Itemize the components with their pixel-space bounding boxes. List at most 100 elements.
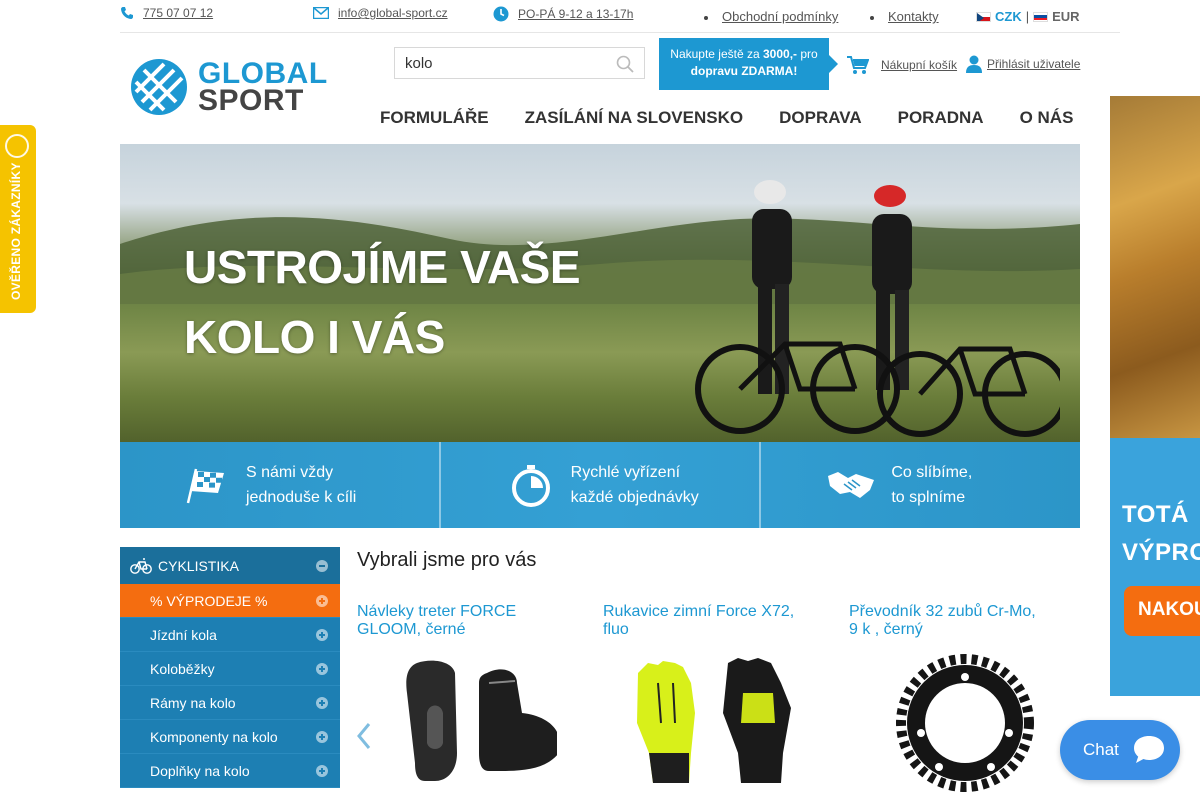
chat-button[interactable]: Chat <box>1060 720 1180 780</box>
logo-ball-icon <box>131 59 187 115</box>
verified-seal-icon <box>5 134 29 158</box>
phone-link[interactable]: 775 07 07 12 <box>120 6 213 20</box>
login-link[interactable]: Přihlásit uživatele <box>966 55 1080 73</box>
product-card[interactable]: Převodník 32 zubů Cr-Mo, 9 k , černý <box>849 603 1049 792</box>
list-bullet <box>870 15 874 20</box>
sidebar-item-frames[interactable]: Rámy na kolo <box>120 686 340 720</box>
search-box <box>394 47 645 79</box>
promo-prefix: Nakupte ještě za <box>670 47 763 61</box>
czech-flag-icon <box>976 11 991 22</box>
sidebar-item-accessories[interactable]: Doplňky na kolo <box>120 754 340 788</box>
feature-line1: Rychlé vyřízení <box>570 464 681 481</box>
opening-hours-text: PO-PÁ 9-12 a 13-17h <box>518 7 634 21</box>
expand-icon[interactable] <box>316 662 328 675</box>
hero-heading: USTROJÍME VAŠE KOLO I VÁS <box>184 232 581 372</box>
side-ad-banner[interactable]: TOTÁ VÝPRO NAKOU <box>1110 96 1200 696</box>
cart-link[interactable]: Nákupní košík <box>847 55 957 75</box>
sidebar-item-components[interactable]: Komponenty na kolo <box>120 720 340 754</box>
nav-item-advice[interactable]: PORADNA <box>898 108 984 128</box>
sidebar-item-bikes[interactable]: Jízdní kola <box>120 618 340 652</box>
contacts-link[interactable]: Kontakty <box>888 9 939 24</box>
search-icon[interactable] <box>616 55 634 73</box>
side-ad-button[interactable]: NAKOU <box>1124 586 1200 636</box>
picks-title: Vybrali jsme pro vás <box>357 549 537 571</box>
product-image-shoe-covers[interactable] <box>377 653 557 793</box>
category-header-cycling[interactable]: CYKLISTIKA <box>120 547 340 584</box>
product-image-chainring[interactable] <box>869 653 1049 793</box>
logo-text-sport: SPORT <box>198 83 304 117</box>
expand-icon[interactable] <box>316 594 328 607</box>
cyclists-illustration <box>695 180 1060 437</box>
top-contact-bar: 775 07 07 12 info@global-sport.cz PO-PÁ … <box>120 0 1120 33</box>
user-icon <box>966 55 982 73</box>
currency-eur[interactable]: EUR <box>1052 9 1079 24</box>
feature-item: Co slíbíme, to splníme <box>759 442 1080 528</box>
feature-item: Rychlé vyřízení každé objednávky <box>438 442 760 528</box>
expand-icon[interactable] <box>316 730 328 743</box>
free-shipping-promo: Nakupte ještě za 3000,- pro dopravu ZDAR… <box>659 38 838 90</box>
promo-line2: dopravu ZDARMA! <box>690 64 798 78</box>
feature-line1: S námi vždy <box>246 464 334 481</box>
sidebar-item-label: Jízdní kola <box>150 626 217 643</box>
promo-amount: 3000,- <box>763 47 798 61</box>
promo-suffix: pro <box>797 47 818 61</box>
clock-icon <box>493 6 509 22</box>
sidebar-item-label: Rámy na kolo <box>150 694 236 711</box>
currency-switcher: CZK | EUR <box>976 9 1080 24</box>
email-address: info@global-sport.cz <box>338 6 448 20</box>
bicycle-icon <box>130 557 152 574</box>
collapse-icon[interactable] <box>316 559 328 572</box>
list-bullet <box>704 15 708 20</box>
product-name[interactable]: Rukavice zimní Force X72, fluo <box>603 603 803 639</box>
expand-icon[interactable] <box>316 764 328 777</box>
product-card[interactable]: Rukavice zimní Force X72, fluo <box>603 603 803 783</box>
nav-item-forms[interactable]: FORMULÁŘE <box>380 108 489 128</box>
terms-link[interactable]: Obchodní podmínky <box>722 9 838 24</box>
side-ad-line1: TOTÁ <box>1122 501 1189 528</box>
feature-line2: jednoduše k cíli <box>246 489 357 506</box>
chat-bubble-icon <box>1134 736 1164 763</box>
nav-item-delivery[interactable]: DOPRAVA <box>779 108 862 128</box>
chevron-left-icon[interactable] <box>356 722 372 750</box>
chat-label: Chat <box>1083 740 1119 759</box>
slovak-flag-icon <box>1033 11 1049 22</box>
product-name[interactable]: Převodník 32 zubů Cr-Mo, 9 k , černý <box>849 603 1049 639</box>
sidebar-item-label: % VÝPRODEJE % <box>150 592 268 609</box>
phone-icon <box>121 7 133 19</box>
stopwatch-icon <box>511 465 550 507</box>
category-sidebar: CYKLISTIKA % VÝPRODEJE % Jízdní kola Kol… <box>120 547 340 788</box>
sidebar-item-label: Koloběžky <box>150 660 215 677</box>
expand-icon[interactable] <box>316 628 328 641</box>
currency-czk[interactable]: CZK <box>995 9 1022 24</box>
site-logo[interactable]: GLOBAL SPORT <box>130 58 328 116</box>
product-name[interactable]: Návleky treter FORCE GLOOM, černé <box>357 603 557 639</box>
feature-line1: Co slíbíme, <box>891 464 973 481</box>
handshake-icon <box>828 472 875 498</box>
nav-item-about[interactable]: O NÁS <box>1020 108 1074 128</box>
opening-hours: PO-PÁ 9-12 a 13-17h <box>493 6 633 22</box>
sidebar-item-sale[interactable]: % VÝPRODEJE % <box>120 584 340 618</box>
expand-icon[interactable] <box>316 696 328 709</box>
hero-banner[interactable]: USTROJÍME VAŠE KOLO I VÁS <box>120 144 1080 442</box>
phone-number: 775 07 07 12 <box>143 6 214 20</box>
category-header-label: CYKLISTIKA <box>158 557 239 574</box>
email-link[interactable]: info@global-sport.cz <box>313 6 448 20</box>
checkered-flag-icon <box>186 468 224 504</box>
login-label[interactable]: Přihlásit uživatele <box>987 57 1080 71</box>
currency-separator: | <box>1025 9 1030 24</box>
product-image-winter-gloves[interactable] <box>623 653 803 793</box>
side-ad-photo <box>1110 96 1200 438</box>
product-card[interactable]: Návleky treter FORCE GLOOM, černé <box>357 603 557 781</box>
badge-text: OVĚŘENO ZÁKAZNÍKY <box>9 162 23 300</box>
verified-customers-badge[interactable]: OVĚŘENO ZÁKAZNÍKY <box>0 125 36 313</box>
feature-item: S námi vždy jednoduše k cíli <box>120 442 439 528</box>
search-input[interactable] <box>395 48 595 78</box>
nav-item-shipping-slovakia[interactable]: ZASÍLÁNÍ NA SLOVENSKO <box>525 108 744 128</box>
side-ad-panel <box>1110 438 1200 696</box>
cart-label[interactable]: Nákupní košík <box>881 58 957 72</box>
terms-link-item[interactable]: Obchodní podmínky <box>704 9 838 24</box>
contacts-link-item[interactable]: Kontakty <box>870 9 939 24</box>
hero-line1: USTROJÍME VAŠE <box>184 241 581 293</box>
main-nav: FORMULÁŘE ZASÍLÁNÍ NA SLOVENSKO DOPRAVA … <box>380 108 1073 128</box>
sidebar-item-scooters[interactable]: Koloběžky <box>120 652 340 686</box>
